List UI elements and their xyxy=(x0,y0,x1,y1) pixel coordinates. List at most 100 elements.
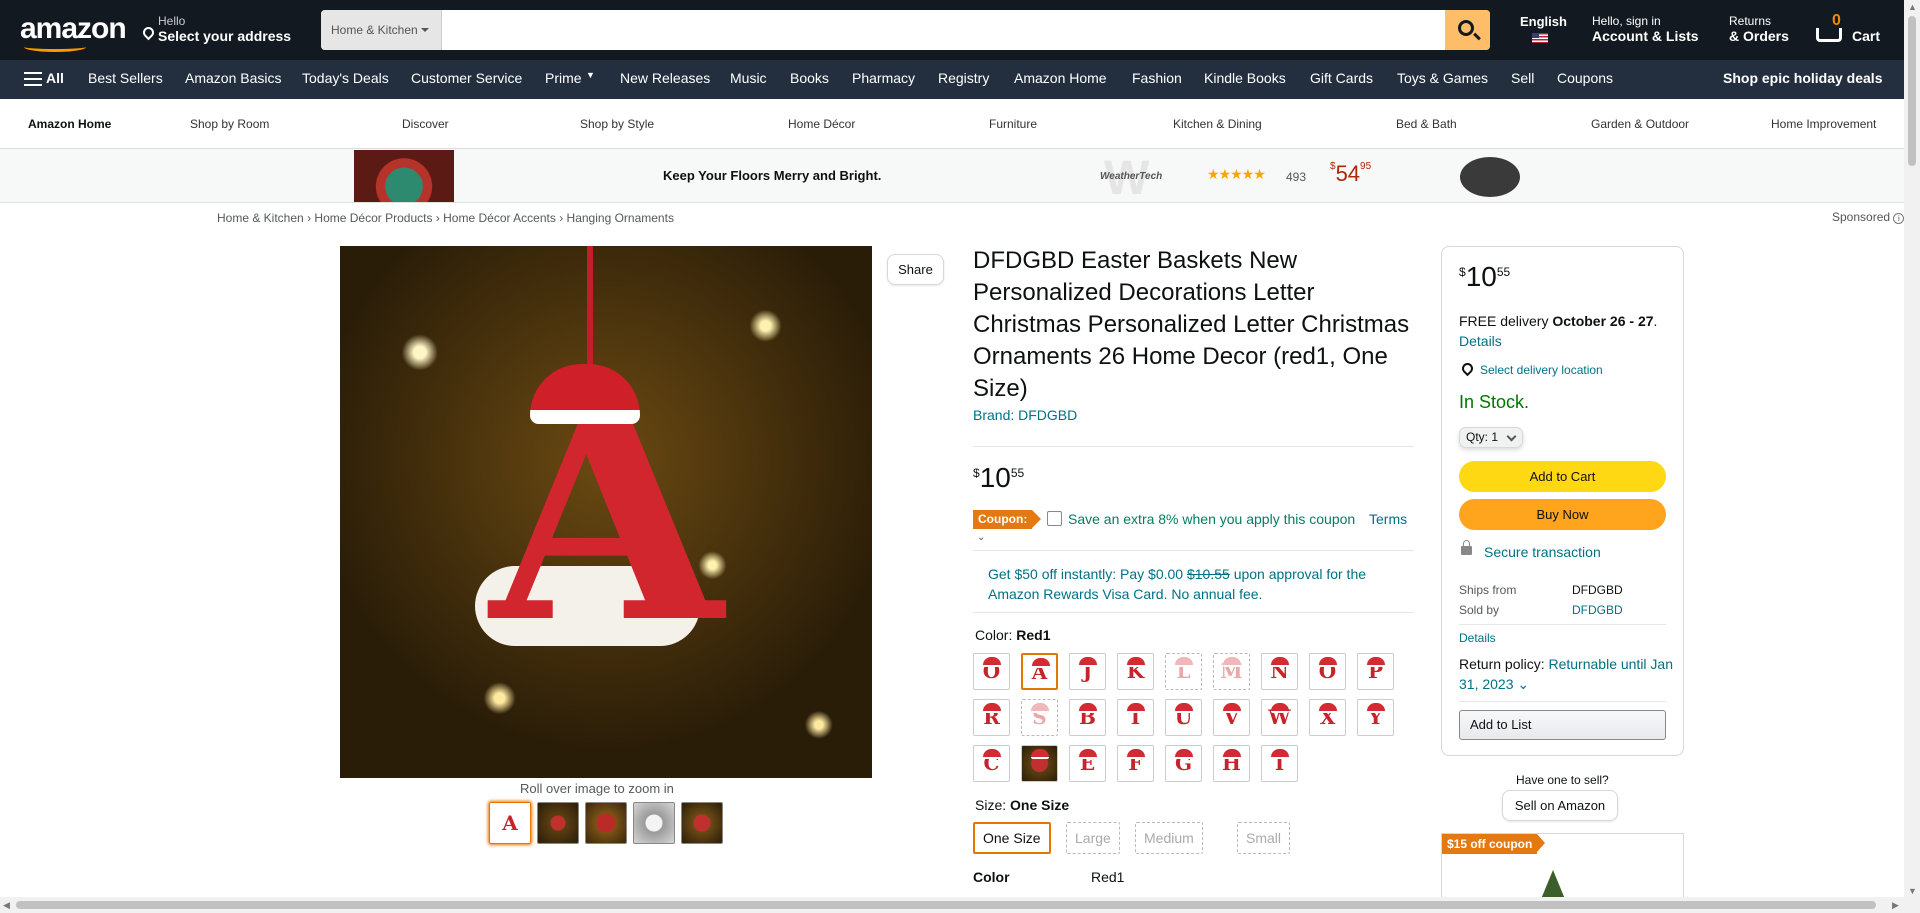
seller-details-link[interactable]: Details xyxy=(1459,631,1496,645)
search-category-dropdown[interactable]: Home & Kitchen xyxy=(321,10,442,50)
color-swatch[interactable]: B xyxy=(1069,699,1106,736)
nav-item[interactable]: Fashion xyxy=(1132,70,1182,86)
search-button[interactable] xyxy=(1445,10,1490,50)
nav-item[interactable]: Registry xyxy=(938,70,989,86)
thumbnail[interactable] xyxy=(681,802,723,844)
thumbnail[interactable]: A xyxy=(489,802,531,844)
banner-mat-image[interactable] xyxy=(1460,157,1520,197)
thumbnail[interactable] xyxy=(585,802,627,844)
nav-item[interactable]: Amazon Basics xyxy=(185,70,281,86)
color-swatch[interactable]: A xyxy=(1021,653,1058,690)
account-menu[interactable]: Hello, sign in Account & Lists xyxy=(1592,14,1699,44)
nav-item[interactable]: Customer Service xyxy=(411,70,522,86)
vertical-scrollbar[interactable]: ▲ ▼ xyxy=(1904,0,1920,913)
color-swatch[interactable]: R xyxy=(973,699,1010,736)
subnav-item[interactable]: Furniture xyxy=(989,117,1037,131)
color-swatch[interactable]: V xyxy=(1213,699,1250,736)
scrollbar-thumb[interactable] xyxy=(16,901,1876,909)
nav-item[interactable]: Kindle Books xyxy=(1204,70,1286,86)
sponsored-label[interactable]: Sponsored i xyxy=(1832,210,1905,224)
scroll-right-icon[interactable]: ▶ xyxy=(1892,900,1899,911)
scrollbar-thumb[interactable] xyxy=(1908,16,1916,166)
banner-product-image[interactable] xyxy=(354,150,454,202)
breadcrumb-link[interactable]: Home Décor Accents xyxy=(443,211,556,225)
color-swatch[interactable]: W xyxy=(1261,699,1298,736)
color-swatch[interactable]: H xyxy=(1213,745,1250,782)
color-swatch[interactable]: C xyxy=(973,745,1010,782)
secure-transaction-link[interactable]: Secure transaction xyxy=(1484,544,1601,560)
color-swatch[interactable] xyxy=(1021,745,1058,782)
coupon-text[interactable]: Save an extra 8% when you apply this cou… xyxy=(1068,511,1355,527)
subnav-item[interactable]: Shop by Room xyxy=(190,117,269,131)
chevron-down-icon[interactable]: ⌄ xyxy=(1517,676,1529,692)
nav-item[interactable]: Sell xyxy=(1511,70,1534,86)
horizontal-scrollbar[interactable]: ◀ ▶ xyxy=(0,897,1904,913)
quantity-select[interactable]: Qty: 1 xyxy=(1459,427,1523,448)
color-swatch[interactable]: G xyxy=(1165,745,1202,782)
scroll-down-icon[interactable]: ▼ xyxy=(1908,886,1917,896)
add-to-list-button[interactable]: Add to List xyxy=(1459,710,1666,740)
banner-rating-count[interactable]: 493 xyxy=(1286,170,1306,184)
delivery-details-link[interactable]: Details xyxy=(1459,333,1502,349)
color-swatch[interactable]: X xyxy=(1309,699,1346,736)
sponsored-banner[interactable]: Keep Your Floors Merry and Bright. W Wea… xyxy=(0,149,1904,205)
nav-all[interactable]: All xyxy=(46,70,64,86)
nav-item[interactable]: Toys & Games xyxy=(1397,70,1488,86)
size-option[interactable]: Large xyxy=(1066,822,1120,854)
size-option[interactable]: Small xyxy=(1237,822,1291,854)
add-to-cart-button[interactable]: Add to Cart xyxy=(1459,461,1666,492)
sell-on-amazon-button[interactable]: Sell on Amazon xyxy=(1502,790,1618,821)
breadcrumb-link[interactable]: Home Décor Products xyxy=(314,211,432,225)
color-swatch[interactable]: P xyxy=(1357,653,1394,690)
nav-item[interactable]: New Releases xyxy=(620,70,710,86)
seller-link[interactable]: DFDGBD xyxy=(1572,603,1623,617)
color-swatch[interactable]: F xyxy=(1117,745,1154,782)
color-swatch[interactable]: S xyxy=(1021,699,1058,736)
nav-item[interactable]: Prime xyxy=(545,70,582,86)
deliver-to[interactable]: Hello Select your address xyxy=(140,14,291,44)
amazon-logo[interactable]: amazon xyxy=(20,12,127,46)
brand-link[interactable]: Brand: DFDGBD xyxy=(973,407,1077,423)
color-swatch[interactable]: J xyxy=(1069,653,1106,690)
cart-button[interactable]: 0 Cart xyxy=(1812,12,1892,50)
subnav-item[interactable]: Shop by Style xyxy=(580,117,654,131)
returns-orders[interactable]: Returns & Orders xyxy=(1729,14,1789,44)
color-swatch[interactable]: I xyxy=(1261,745,1298,782)
nav-promo[interactable]: Shop epic holiday deals xyxy=(1723,70,1882,86)
color-swatch[interactable]: L xyxy=(1165,653,1202,690)
color-swatch[interactable]: K xyxy=(1117,653,1154,690)
chevron-down-icon[interactable]: ⌄ xyxy=(977,532,985,543)
subnav-item[interactable]: Home Improvement xyxy=(1771,117,1876,131)
color-swatch[interactable]: U xyxy=(1165,699,1202,736)
color-swatch[interactable]: Y xyxy=(1357,699,1394,736)
size-option[interactable]: Medium xyxy=(1135,822,1203,854)
nav-item[interactable]: Music xyxy=(730,70,767,86)
size-option[interactable]: One Size xyxy=(973,822,1051,854)
color-swatch[interactable]: O xyxy=(973,653,1010,690)
subnav-item[interactable]: Garden & Outdoor xyxy=(1591,117,1689,131)
subnav-item[interactable]: Home Décor xyxy=(788,117,855,131)
select-location-link[interactable]: Select delivery location xyxy=(1480,363,1603,377)
nav-item[interactable]: Best Sellers xyxy=(88,70,163,86)
scroll-left-icon[interactable]: ◀ xyxy=(3,900,10,911)
color-swatch[interactable]: N xyxy=(1261,653,1298,690)
color-swatch[interactable]: M xyxy=(1213,653,1250,690)
nav-item[interactable]: Coupons xyxy=(1557,70,1613,86)
main-product-image[interactable]: A xyxy=(340,246,872,778)
subnav-item[interactable]: Bed & Bath xyxy=(1396,117,1457,131)
nav-item[interactable]: Today's Deals xyxy=(302,70,389,86)
buy-now-button[interactable]: Buy Now xyxy=(1459,499,1666,530)
breadcrumb-link[interactable]: Hanging Ornaments xyxy=(567,211,674,225)
thumbnail[interactable] xyxy=(537,802,579,844)
language-selector[interactable]: English xyxy=(1520,14,1567,29)
breadcrumb-link[interactable]: Home & Kitchen xyxy=(217,211,304,225)
nav-item[interactable]: Gift Cards xyxy=(1310,70,1373,86)
thumbnail[interactable] xyxy=(633,802,675,844)
color-swatch[interactable]: O xyxy=(1309,653,1346,690)
subnav-item[interactable]: Amazon Home xyxy=(28,117,111,131)
share-button[interactable]: Share xyxy=(887,254,944,285)
color-swatch[interactable]: E xyxy=(1069,745,1106,782)
coupon-terms-link[interactable]: Terms xyxy=(1369,511,1407,527)
hamburger-menu-icon[interactable] xyxy=(24,72,42,86)
scroll-up-icon[interactable]: ▲ xyxy=(1908,2,1917,12)
